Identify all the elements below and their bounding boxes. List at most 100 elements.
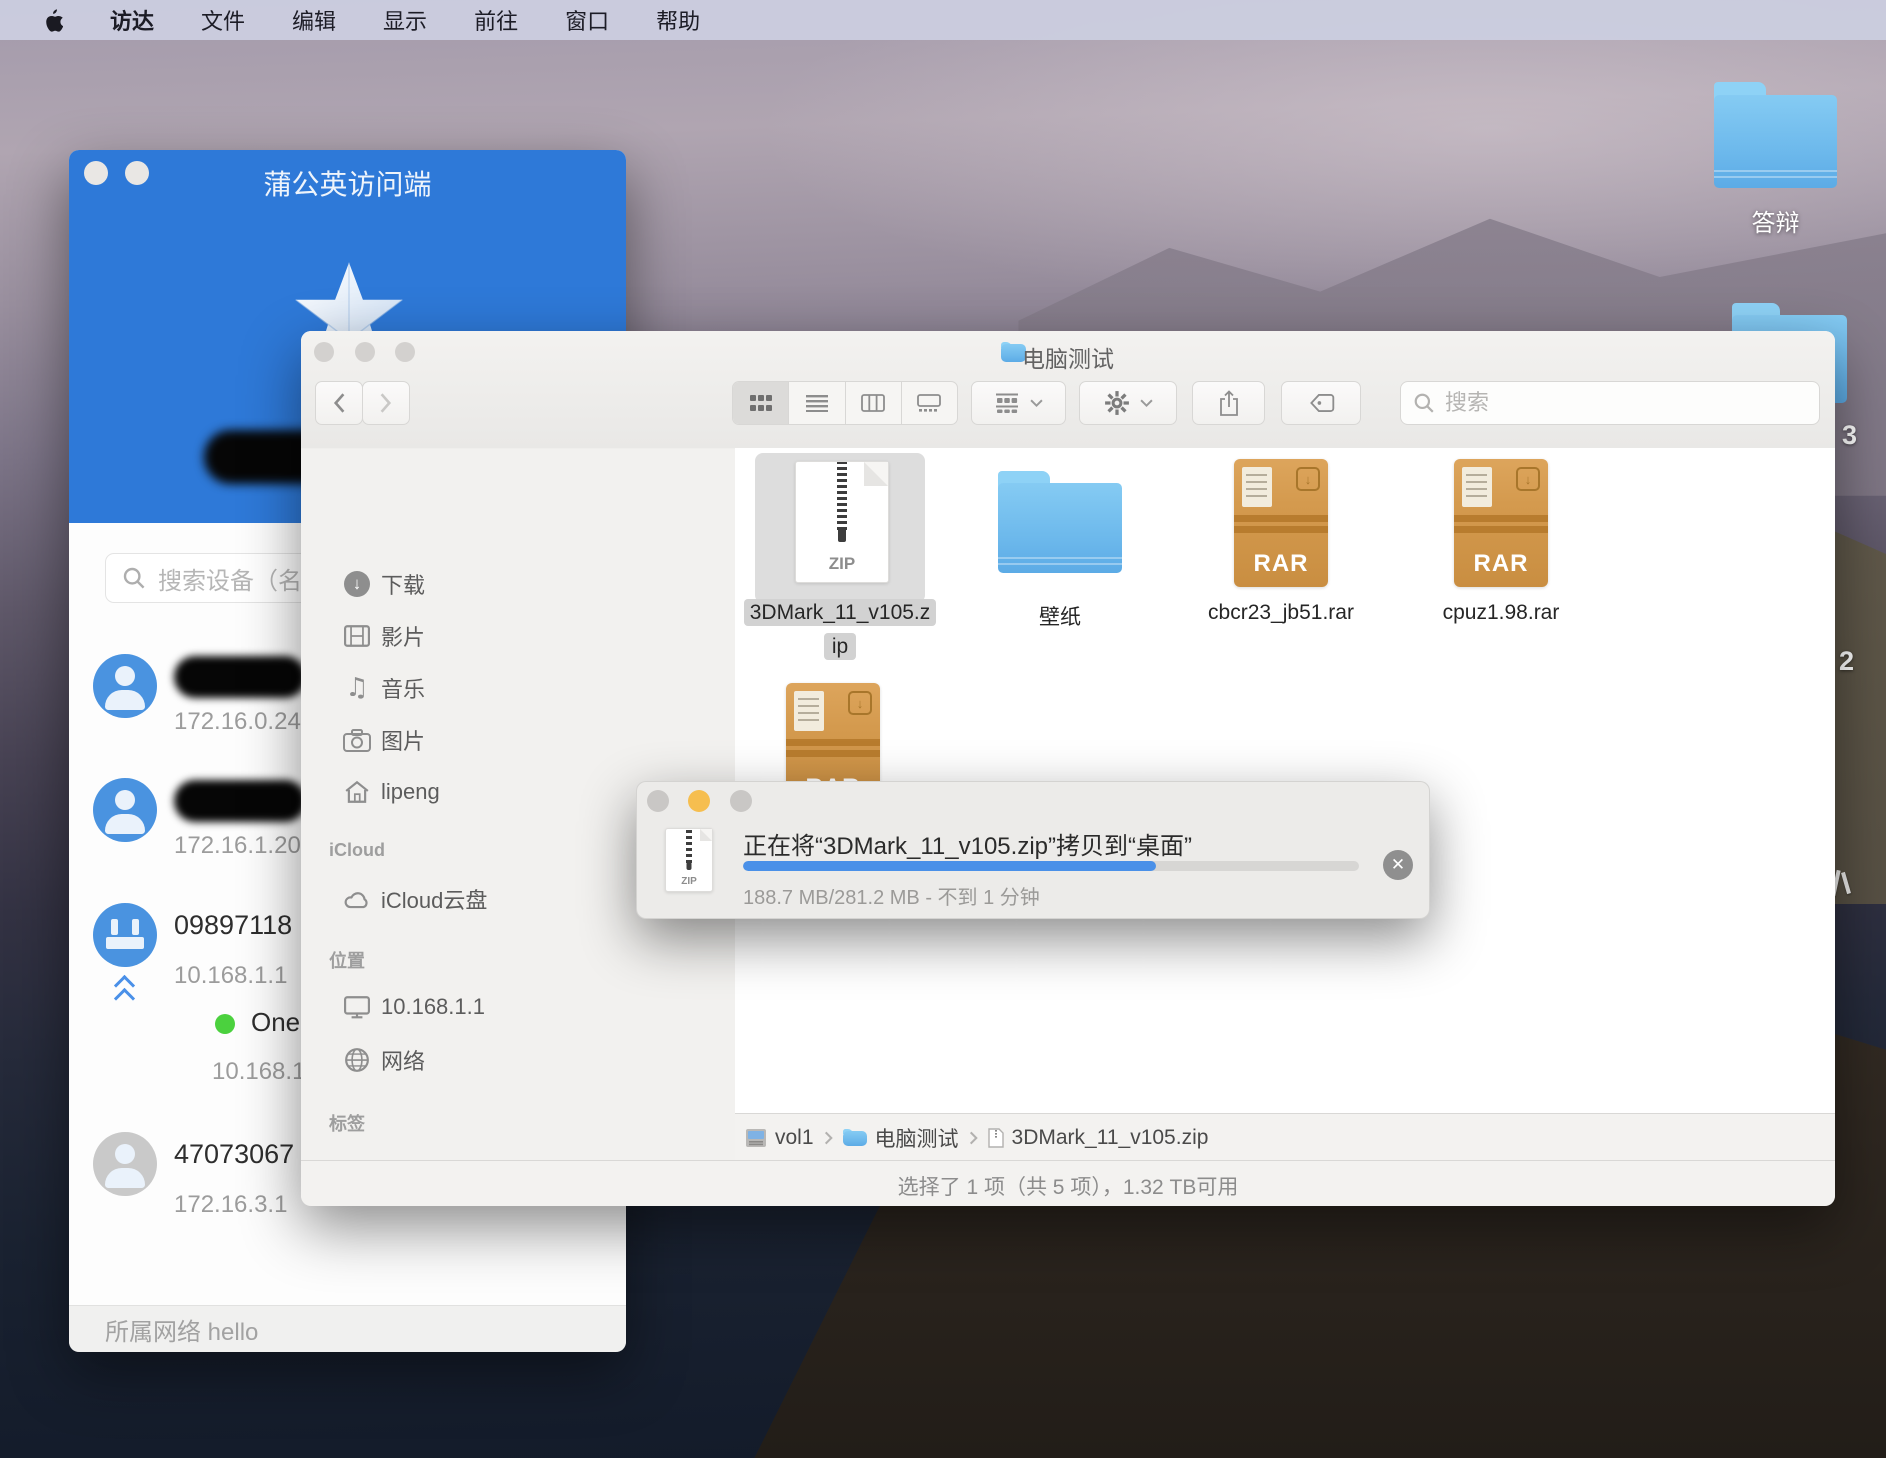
pgy-network-label: 所属网络 hello [105, 1312, 258, 1347]
menu-item-edit[interactable]: 编辑 [292, 4, 336, 36]
zip-file-icon: ZIP [665, 828, 713, 892]
action-gear-button[interactable] [1079, 381, 1177, 425]
copy-progress-fill [743, 861, 1156, 871]
copy-dialog-title: 正在将“3DMark_11_v105.zip”拷贝到“桌面” [743, 826, 1192, 861]
menu-bar: 访达 文件 编辑 显示 前往 窗口 帮助 [0, 0, 1886, 40]
sidebar-section-tags: 标签 [329, 1110, 365, 1136]
device-ip: 10.168.1.1 [174, 962, 287, 990]
camera-icon [337, 728, 377, 752]
chevron-up-icon [114, 988, 135, 1009]
sidebar-item-pictures[interactable]: 图片 [301, 718, 735, 762]
path-item-folder[interactable]: 电脑测试 [843, 1123, 959, 1153]
file-label-line2[interactable]: ip [735, 635, 945, 659]
sidebar-item-server[interactable]: 10.168.1.1 [301, 985, 735, 1029]
view-mode-control [732, 381, 958, 425]
sidebar-item-label: 影片 [381, 620, 425, 652]
finder-window-title: 电脑测试 [301, 340, 1835, 374]
folder-line [1714, 176, 1837, 178]
chevron-down-icon [1030, 399, 1043, 408]
view-columns-button[interactable] [846, 382, 902, 424]
path-item-file[interactable]: 3DMark_11_v105.zip [988, 1126, 1209, 1150]
copy-progress-dialog: ZIP 正在将“3DMark_11_v105.zip”拷贝到“桌面” 188.7… [636, 781, 1430, 919]
device-avatar-icon [93, 1132, 157, 1196]
device-name: 09897118 [174, 910, 292, 941]
sidebar-item-downloads[interactable]: ↓ 下载 [301, 562, 735, 606]
view-icons-button[interactable] [733, 382, 789, 424]
rar-file-icon[interactable]: ↓ RAR [1454, 459, 1548, 587]
menu-item-file[interactable]: 文件 [201, 4, 245, 36]
finder-window: 电脑测试 [301, 331, 1835, 1205]
folder-icon-wallpapers[interactable] [998, 471, 1122, 573]
document-icon [988, 1128, 1004, 1148]
finder-search-input[interactable] [1443, 389, 1777, 417]
rar-file-icon[interactable]: ↓ RAR [1234, 459, 1328, 587]
music-note-icon: ♫ [337, 673, 377, 703]
device-ip: 172.16.3.1 [174, 1191, 287, 1219]
chevron-down-icon [1140, 399, 1153, 408]
zip-badge-text: ZIP [666, 876, 712, 887]
sidebar-item-movies[interactable]: 影片 [301, 614, 735, 658]
desktop-label-fragment-3: 3 [1842, 420, 1857, 451]
minimize-button[interactable] [688, 790, 710, 812]
desktop-label-fragment [1832, 868, 1852, 898]
finder-status-bar: 选择了 1 项（共 5 项），1.32 TB可用 [301, 1160, 1835, 1206]
sidebar-item-label: lipeng [381, 779, 440, 805]
file-label[interactable]: cpuz1.98.rar [1414, 601, 1588, 625]
server-icon [745, 1128, 767, 1148]
sidebar-item-network[interactable]: 网络 [301, 1038, 735, 1082]
film-icon [337, 625, 377, 647]
apple-menu[interactable] [44, 9, 63, 32]
sidebar-item-label: iCloud云盘 [381, 883, 487, 915]
folder-line [1714, 170, 1837, 172]
finder-search-field[interactable] [1400, 381, 1820, 425]
view-list-button[interactable] [789, 382, 845, 424]
view-gallery-button[interactable] [902, 382, 957, 424]
tag-button[interactable] [1281, 381, 1361, 425]
pgy-window-title: 蒲公英访问端 [69, 163, 626, 203]
zoom-button[interactable] [730, 790, 752, 812]
apple-logo-icon [44, 9, 63, 32]
rar-badge-text: RAR [1234, 550, 1328, 578]
folder-icon [843, 1129, 867, 1147]
zip-badge-text: ZIP [796, 554, 888, 574]
desktop: 答辩 3 2 蒲公英访问端 搜索设备（名 [0, 0, 1886, 1458]
device-ip: 172.16.0.24 [174, 708, 301, 736]
menu-item-app[interactable]: 访达 [110, 4, 154, 36]
redacted-device-name [174, 780, 306, 822]
menu-item-go[interactable]: 前往 [474, 4, 518, 36]
cloud-icon [337, 889, 377, 909]
globe-icon [337, 1047, 377, 1073]
menu-item-help[interactable]: 帮助 [656, 4, 700, 36]
file-label[interactable]: 壁纸 [998, 601, 1122, 631]
device-ip: 172.16.1.20 [174, 832, 301, 860]
close-button[interactable] [647, 790, 669, 812]
sidebar-item-label: 网络 [381, 1044, 425, 1076]
device-name: 47073067 [174, 1139, 294, 1170]
group-by-button[interactable] [971, 381, 1066, 425]
online-status-dot [215, 1014, 235, 1034]
tag-icon [1306, 391, 1336, 415]
forward-button[interactable] [362, 381, 410, 425]
file-label[interactable]: 3DMark_11_v105.z [735, 601, 945, 625]
router-avatar-icon [93, 903, 157, 967]
device-avatar-icon [93, 654, 157, 718]
share-icon [1217, 389, 1241, 417]
device-avatar-icon [93, 778, 157, 842]
desktop-folder-dabian-label[interactable]: 答辩 [1714, 203, 1837, 238]
menu-item-window[interactable]: 窗口 [565, 4, 609, 36]
sidebar-item-label: 音乐 [381, 672, 425, 704]
cancel-copy-button[interactable]: ✕ [1383, 850, 1413, 880]
path-item-volume[interactable]: vol1 [745, 1126, 814, 1150]
sidebar-item-tag-red[interactable]: 红色 [301, 1150, 735, 1160]
desktop-folder-dabian[interactable] [1714, 82, 1837, 188]
share-button[interactable] [1192, 381, 1265, 425]
chevron-right-icon [824, 1131, 833, 1145]
menu-item-view[interactable]: 显示 [383, 4, 427, 36]
sidebar-item-music[interactable]: ♫ 音乐 [301, 666, 735, 710]
zip-file-icon[interactable]: ZIP [795, 461, 889, 583]
gear-icon [1104, 390, 1130, 416]
back-button[interactable] [315, 381, 363, 425]
sidebar-item-label: 10.168.1.1 [381, 994, 485, 1020]
file-label[interactable]: cbcr23_jb51.rar [1194, 601, 1368, 625]
desktop-label-fragment-2: 2 [1839, 646, 1854, 677]
